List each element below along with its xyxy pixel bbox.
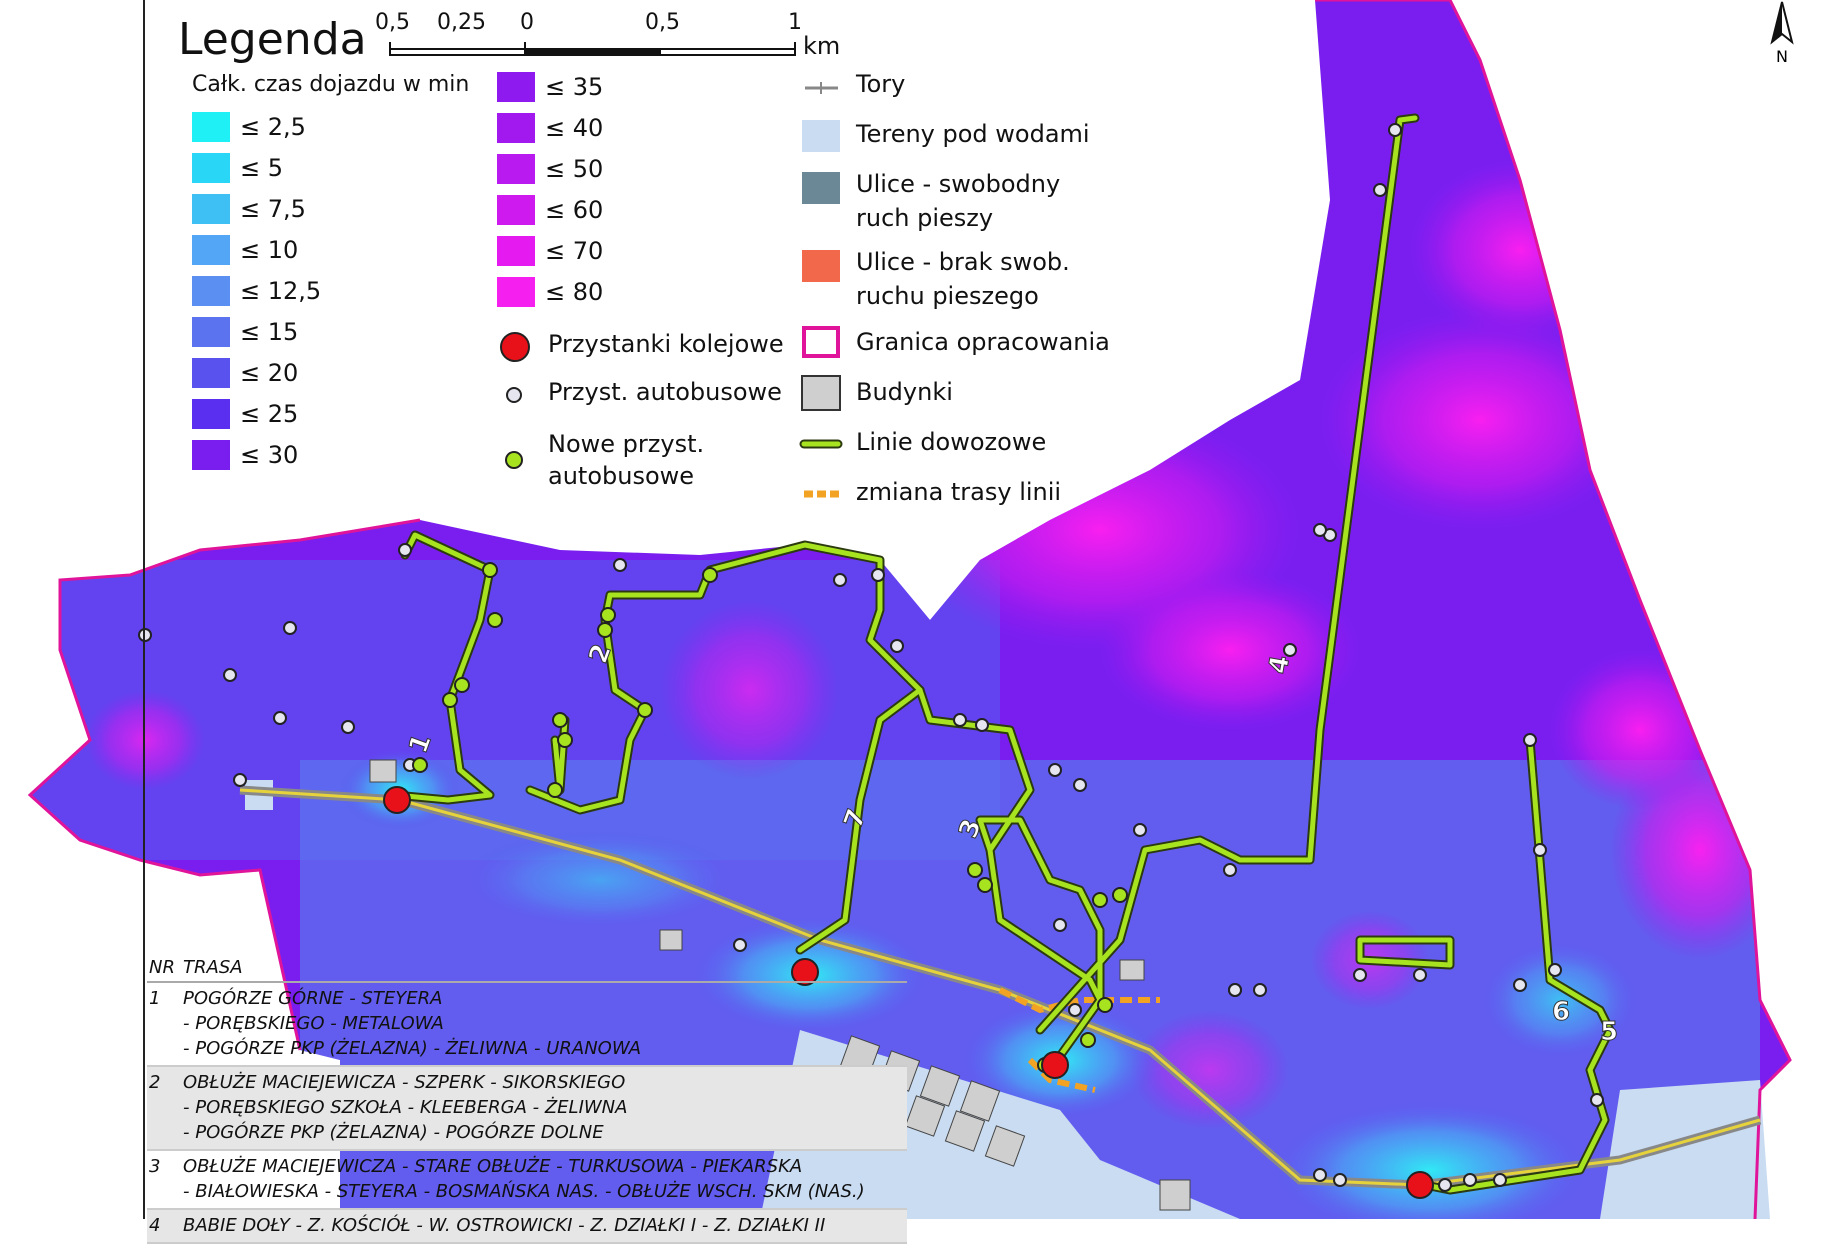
travel-time-class-label: ≤ 35 [545,73,604,101]
travel-time-class-label: ≤ 70 [545,237,604,265]
legend-water-label: Tereny pod wodami [856,120,1090,148]
scale-bar [389,42,796,56]
travel-time-class-label: ≤ 50 [545,155,604,183]
legend-streets-blocked-label-1: Ulice - brak swob. [856,248,1070,276]
legend-buildings-label: Budynki [856,378,953,406]
route-description-line: - POGÓRZE PKP (ŻELAZNA) - ŻELIWNA - URAN… [183,1038,642,1059]
north-arrow-icon: N [1770,1,1794,66]
routes-table-header: NR TRASA [147,955,907,983]
legend-rail-stop-symbol [500,332,530,362]
travel-time-swatch [497,154,535,184]
travel-time-class-label: ≤ 60 [545,196,604,224]
scale-label-1: 0,25 [437,10,486,35]
scale-label-4: 1 [788,10,802,35]
route-description-line: - BIAŁOWIESKA - STEYERA - BOSMAŃSKA NAS.… [183,1181,865,1202]
travel-time-class-label: ≤ 12,5 [240,277,322,305]
travel-time-class-label: ≤ 20 [240,359,299,387]
legend-bus-stops-label: Przyst. autobusowe [548,378,782,406]
travel-time-class-label: ≤ 5 [240,154,284,182]
legend-rail-stops-label: Przystanki kolejowe [548,330,784,358]
legend-boundary-label: Granica opracowania [856,328,1110,356]
routes-header-nr: NR [149,957,175,978]
route-description-line: - POGÓRZE PKP (ŻELAZNA) - POGÓRZE DOLNE [183,1122,604,1143]
legend-street-free-symbol [802,172,840,204]
route-description-line: OBŁUŻE MACIEJEWICZA - STARE OBŁUŻE - TUR… [183,1156,803,1177]
legend-new-stops-label-2: autobusowe [548,462,695,490]
route-description-line: BABIE DOŁY - Z. KOŚCIÓŁ - W. OSTROWICKI … [183,1215,826,1236]
legend-boundary-symbol [802,326,840,358]
travel-time-class-label: ≤ 2,5 [240,113,306,141]
legend-street-blocked-symbol [802,250,840,282]
legend-buildings-symbol [801,375,841,411]
travel-time-swatch [192,399,230,429]
travel-time-class-label: ≤ 40 [545,114,604,142]
legend-route-change-label: zmiana trasy linii [856,478,1062,506]
route-description-line: OBŁUŻE MACIEJEWICZA - SZPERK - SIKORSKIE… [183,1072,626,1093]
travel-time-swatch [192,440,230,470]
travel-time-swatch [192,235,230,265]
travel-time-swatch [497,236,535,266]
legend-streets-free-label-2: ruch pieszy [856,204,994,232]
route-row: 1 POGÓRZE GÓRNE - STEYERA - PORĘBSKIEGO - … [147,983,907,1067]
line-label-5: 5 [1600,1017,1618,1047]
scale-label-3: 0,5 [645,10,680,35]
travel-time-class-label: ≤ 80 [545,278,604,306]
routes-header-route: TRASA [183,957,243,978]
legend-streets-blocked-label-2: ruchu pieszego [856,282,1039,310]
routes-table: NR TRASA 1 POGÓRZE GÓRNE - STEYERA - PORĘB… [147,955,907,1244]
route-description-line: - PORĘBSKIEGO SZKOŁA - KLEEBERGA - ŻELIW… [183,1097,628,1118]
legend-feeder-lines-label: Linie dowozowe [856,428,1047,456]
route-row: 4 BABIE DOŁY - Z. KOŚCIÓŁ - W. OSTROWICKI… [147,1210,907,1244]
legend-rails-label: Tory [856,70,906,98]
route-number: 2 [149,1072,161,1093]
travel-time-swatch [497,195,535,225]
north-label: N [1776,47,1788,66]
legend-new-stops-label-1: Nowe przyst. [548,430,705,458]
travel-time-swatch [192,276,230,306]
route-row: 3 OBŁUŻE MACIEJEWICZA - STARE OBŁUŻE - TU… [147,1151,907,1210]
travel-time-class-label: ≤ 25 [240,400,299,428]
legend-title: Legenda [178,14,367,65]
travel-time-swatch [497,277,535,307]
route-description-line: POGÓRZE GÓRNE - STEYERA [183,988,443,1009]
travel-time-header: Całk. czas dojazdu w min [192,72,470,97]
scale-unit: km [803,32,841,60]
travel-time-swatch [192,153,230,183]
legend-bus-stop-symbol [506,387,522,403]
travel-time-swatch [192,358,230,388]
travel-time-swatch [192,112,230,142]
travel-time-swatch [497,72,535,102]
legend-streets-free-label-1: Ulice - swobodny [856,170,1061,198]
legend-new-stop-symbol [505,451,523,469]
line-label-6: 6 [1552,997,1570,1027]
travel-time-swatch [192,317,230,347]
route-number: 4 [149,1215,161,1236]
route-number: 3 [149,1156,161,1177]
legend-water-symbol [802,120,840,152]
travel-time-swatch [192,194,230,224]
route-description-line: - PORĘBSKIEGO - METALOWA [183,1013,444,1034]
scale-label-2: 0 [520,10,534,35]
travel-time-class-label: ≤ 10 [240,236,299,264]
travel-time-class-label: ≤ 30 [240,441,299,469]
travel-time-class-label: ≤ 15 [240,318,299,346]
route-row: 2 OBŁUŻE MACIEJEWICZA - SZPERK - SIKORSKI… [147,1067,907,1151]
travel-time-class-label: ≤ 7,5 [240,195,306,223]
travel-time-swatch [497,113,535,143]
scale-label-0: 0,5 [375,10,410,35]
route-number: 1 [149,988,161,1009]
